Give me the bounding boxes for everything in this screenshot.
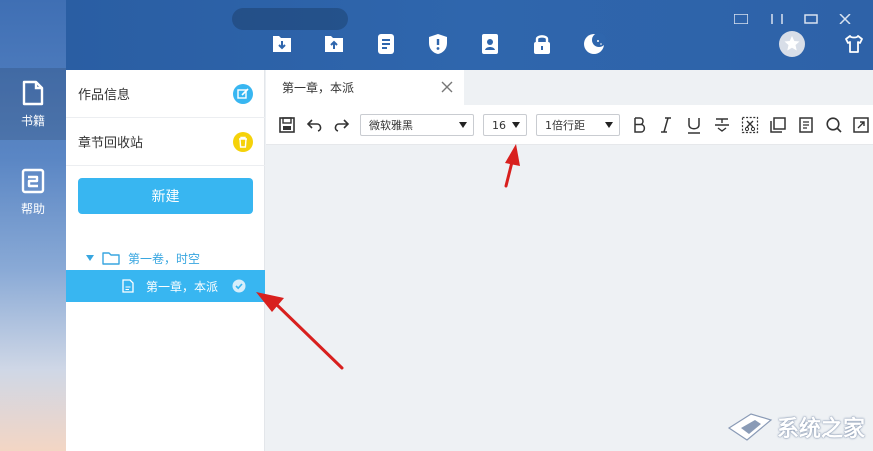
font-family-select[interactable]: 微软雅黑 bbox=[360, 114, 474, 136]
font-family-value: 微软雅黑 bbox=[369, 119, 413, 132]
search-icon[interactable] bbox=[825, 116, 843, 134]
folder-icon bbox=[102, 252, 120, 265]
copy-icon[interactable] bbox=[769, 116, 787, 134]
redo-icon[interactable] bbox=[332, 116, 350, 134]
fullscreen-icon[interactable] bbox=[852, 116, 870, 134]
work-info-label: 作品信息 bbox=[78, 88, 131, 103]
save-icon[interactable] bbox=[278, 116, 296, 134]
caret-down-icon bbox=[459, 122, 467, 128]
nav-help-label: 帮助 bbox=[20, 201, 45, 216]
edit-icon[interactable] bbox=[233, 84, 253, 104]
document-icon bbox=[122, 279, 134, 293]
book-icon bbox=[22, 80, 44, 105]
check-circle-icon bbox=[232, 279, 246, 293]
help-icon bbox=[21, 168, 45, 193]
watermark: 系统之家 bbox=[727, 411, 865, 443]
caret-down-icon[interactable] bbox=[86, 255, 94, 261]
settings-icon[interactable] bbox=[770, 14, 784, 24]
nav-books[interactable]: 书籍 bbox=[0, 68, 66, 140]
editor-toolbar: 微软雅黑 16 1倍行距 bbox=[266, 105, 873, 145]
cut-icon[interactable] bbox=[741, 116, 759, 134]
window-icon[interactable] bbox=[804, 14, 818, 24]
contact-icon[interactable] bbox=[478, 32, 502, 56]
underline-icon[interactable] bbox=[685, 116, 703, 134]
volume-item[interactable]: 第一卷，时空 bbox=[66, 246, 265, 270]
italic-icon[interactable] bbox=[657, 116, 675, 134]
list-icon[interactable] bbox=[374, 32, 398, 56]
watermark-text: 系统之家 bbox=[776, 417, 865, 442]
left-nav: 书籍 帮助 bbox=[0, 0, 66, 451]
nav-help[interactable]: 帮助 bbox=[0, 156, 66, 228]
strikethrough-icon[interactable] bbox=[713, 116, 731, 134]
tab-chapter[interactable]: 第一章，本派 bbox=[266, 70, 464, 105]
recycle-bin-label: 章节回收站 bbox=[78, 136, 144, 151]
upload-icon[interactable] bbox=[322, 32, 346, 56]
top-bar bbox=[66, 0, 873, 70]
recycle-bin-row[interactable]: 章节回收站 bbox=[66, 118, 265, 166]
bold-icon[interactable] bbox=[630, 116, 648, 134]
line-spacing-select[interactable]: 1倍行距 bbox=[536, 114, 620, 136]
nav-books-label: 书籍 bbox=[20, 113, 45, 128]
tab-label: 第一章，本派 bbox=[282, 81, 355, 95]
night-mode-icon[interactable] bbox=[582, 32, 606, 56]
line-spacing-value: 1倍行距 bbox=[545, 119, 585, 132]
caret-down-icon bbox=[512, 122, 520, 128]
close-window-icon[interactable] bbox=[838, 14, 852, 24]
editor-area[interactable] bbox=[266, 146, 873, 451]
minimize-icon[interactable] bbox=[734, 14, 748, 24]
chapter-label: 第一章，本派 bbox=[146, 279, 219, 294]
paste-icon[interactable] bbox=[797, 116, 815, 134]
volume-label: 第一卷，时空 bbox=[128, 251, 201, 266]
font-size-value: 16 bbox=[492, 118, 506, 132]
lock-icon[interactable] bbox=[530, 32, 554, 56]
download-icon[interactable] bbox=[270, 32, 294, 56]
avatar[interactable] bbox=[778, 30, 806, 58]
chapter-item[interactable]: 第一章，本派 bbox=[66, 270, 265, 302]
font-size-select[interactable]: 16 bbox=[483, 114, 527, 136]
caret-down-icon bbox=[605, 122, 613, 128]
undo-icon[interactable] bbox=[306, 116, 324, 134]
chapter-panel: 作品信息 章节回收站 新建 第一卷，时空 第一章，本派 bbox=[66, 70, 265, 451]
trash-icon[interactable] bbox=[233, 132, 253, 152]
tab-bar: 第一章，本派 bbox=[266, 70, 873, 105]
work-info-row[interactable]: 作品信息 bbox=[66, 70, 265, 118]
shirt-icon[interactable] bbox=[844, 34, 864, 54]
search-box[interactable] bbox=[232, 8, 348, 30]
close-icon[interactable] bbox=[440, 80, 454, 94]
shield-icon[interactable] bbox=[426, 32, 450, 56]
new-button[interactable]: 新建 bbox=[78, 178, 253, 214]
watermark-logo bbox=[727, 413, 773, 441]
